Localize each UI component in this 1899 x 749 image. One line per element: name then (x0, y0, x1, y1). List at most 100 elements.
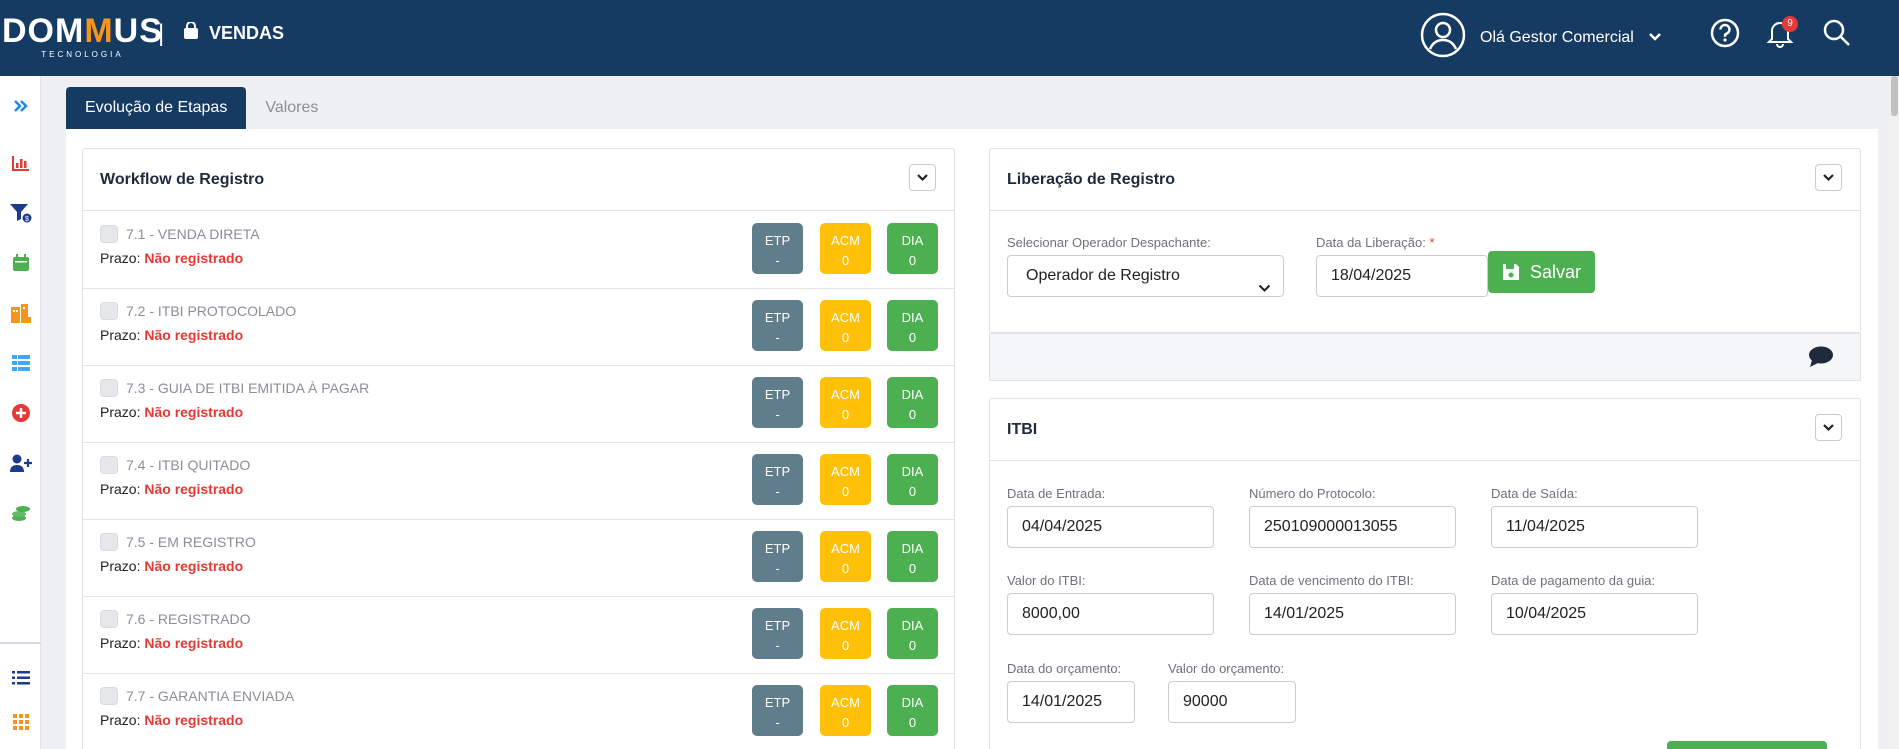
etp-badge: ETP - (752, 454, 803, 505)
acm-badge: ACM 0 (820, 531, 871, 582)
chevron-down-icon (917, 173, 928, 181)
liberacao-card: Liberação de Registro Selecionar Operado… (989, 148, 1861, 333)
liberacao-collapse-button[interactable] (1815, 164, 1842, 191)
scrollbar-thumb[interactable] (1891, 76, 1898, 116)
itbi-value-input[interactable]: 8000,00 (1007, 593, 1214, 635)
workflow-title: Workflow de Registro (100, 171, 265, 188)
funnel-dollar-icon: $ (9, 204, 32, 223)
sidebar-item-finance[interactable] (0, 498, 41, 528)
bar-chart-icon (11, 156, 29, 171)
module-indicator[interactable]: VENDAS (183, 21, 285, 45)
sidebar-item-add-user[interactable] (0, 448, 41, 478)
payment-date-input[interactable]: 10/04/2025 (1491, 593, 1698, 635)
etp-badge: ETP - (752, 608, 803, 659)
tab-valores[interactable]: Valores (246, 87, 337, 129)
stage-prazo: Prazo: Não registrado (100, 404, 244, 420)
chevron-down-icon (1258, 269, 1271, 309)
workflow-card: Workflow de Registro 7.1 - VENDA DIRETA … (82, 148, 955, 749)
stage-checkbox[interactable] (100, 379, 118, 397)
chevron-down-icon (1823, 173, 1834, 181)
acm-badge: ACM 0 (820, 223, 871, 274)
sidebar-item-funnel[interactable]: $ (0, 198, 41, 228)
payment-date-label: Data de pagamento da guia: (1491, 573, 1656, 588)
tab-bar: Evolução de Etapas Valores (66, 87, 337, 129)
sidebar-item-list[interactable] (0, 663, 41, 693)
sidebar-item-add[interactable] (0, 398, 41, 428)
stage-checkbox[interactable] (100, 687, 118, 705)
save-button[interactable]: Salvar (1488, 251, 1596, 293)
release-date-label: Data da Liberação: * (1316, 235, 1435, 250)
dommus-logo[interactable]: DOMMUS TECNOLOGIA (2, 14, 163, 59)
budget-date-input[interactable]: 14/01/2025 (1007, 681, 1135, 723)
itbi-save-button[interactable] (1667, 741, 1827, 749)
workflow-card-header: Workflow de Registro (83, 149, 954, 211)
etp-badge: ETP - (752, 531, 803, 582)
entry-date-input[interactable]: 04/04/2025 (1007, 506, 1214, 548)
grid-icon (12, 714, 29, 730)
protocol-number-input[interactable]: 250109000013055 (1249, 506, 1456, 548)
stage-prazo: Prazo: Não registrado (100, 712, 244, 728)
user-menu[interactable]: Olá Gestor Comercial (1420, 12, 1662, 63)
itbi-card-header: ITBI (990, 399, 1860, 461)
itbi-due-date-input[interactable]: 14/01/2025 (1249, 593, 1456, 635)
itbi-collapse-button[interactable] (1815, 414, 1842, 441)
sidebar-item-reports[interactable] (0, 148, 41, 178)
operator-select[interactable]: Operador de Registro (1007, 255, 1284, 297)
stage-label: 7.2 - ITBI PROTOCOLADO (126, 303, 297, 319)
sidebar-item-table[interactable] (0, 348, 41, 378)
budget-date-label: Data do orçamento: (1007, 661, 1122, 676)
table-list-icon (11, 355, 30, 371)
stage-checkbox[interactable] (100, 456, 118, 474)
calendar-icon (12, 254, 29, 271)
stage-checkbox[interactable] (100, 225, 118, 243)
stage-label: 7.7 - GARANTIA ENVIADA (126, 688, 295, 704)
acm-badge: ACM 0 (820, 300, 871, 351)
stage-checkbox[interactable] (100, 610, 118, 628)
operator-select-value: Operador de Registro (1026, 267, 1180, 284)
stage-label: 7.6 - REGISTRADO (126, 611, 251, 627)
search-icon[interactable] (1822, 18, 1852, 53)
sidebar-expand-button[interactable] (0, 91, 41, 121)
comment-icon[interactable] (1808, 346, 1834, 373)
workflow-row: 7.6 - REGISTRADO Prazo: Não registrado E… (83, 597, 954, 674)
sidebar-item-buildings[interactable] (0, 298, 41, 328)
floppy-disk-icon (1503, 264, 1519, 280)
budget-value-input[interactable]: 90000 (1168, 681, 1296, 723)
notifications-badge: 9 (1782, 16, 1798, 32)
sidebar-item-calendar[interactable] (0, 248, 41, 278)
tab-evolucao-etapas[interactable]: Evolução de Etapas (66, 87, 247, 129)
shopping-bag-icon (183, 21, 199, 45)
etp-badge: ETP - (752, 300, 803, 351)
workflow-collapse-button[interactable] (909, 164, 936, 191)
sidebar-item-grid[interactable] (0, 707, 41, 737)
dia-badge: DIA 0 (887, 531, 938, 582)
release-date-input[interactable]: 18/04/2025 (1316, 255, 1488, 297)
stage-prazo: Prazo: Não registrado (100, 635, 244, 651)
save-button-label: Salvar (1530, 261, 1582, 282)
page-scrollbar[interactable] (1890, 76, 1899, 749)
itbi-card: ITBI Data de Entrada: 04/04/2025 Número … (989, 398, 1861, 749)
stage-checkbox[interactable] (100, 302, 118, 320)
acm-badge: ACM 0 (820, 377, 871, 428)
sidebar-divider (0, 642, 41, 644)
logo-subtitle: TECNOLOGIA (41, 50, 124, 59)
stage-label: 7.4 - ITBI QUITADO (126, 457, 251, 473)
liberacao-card-footer (989, 333, 1861, 381)
itbi-value-label: Valor do ITBI: (1007, 573, 1086, 588)
etp-badge: ETP - (752, 377, 803, 428)
chevron-down-icon (1648, 29, 1662, 47)
chevron-down-icon (1823, 423, 1834, 431)
help-icon[interactable] (1710, 18, 1740, 53)
exit-date-input[interactable]: 11/04/2025 (1491, 506, 1698, 548)
itbi-title: ITBI (1007, 421, 1038, 438)
notifications-bell-icon[interactable]: 9 (1766, 16, 1798, 53)
logo-text: DOMMUS (2, 12, 163, 50)
entry-date-label: Data de Entrada: (1007, 486, 1106, 501)
stage-label: 7.5 - EM REGISTRO (126, 534, 256, 550)
stage-prazo: Prazo: Não registrado (100, 558, 244, 574)
stage-label: 7.3 - GUIA DE ITBI EMITIDA À PAGAR (126, 380, 370, 396)
protocol-number-label: Número do Protocolo: (1249, 486, 1376, 501)
module-label: VENDAS (209, 23, 285, 43)
stage-checkbox[interactable] (100, 533, 118, 551)
workflow-row: 7.1 - VENDA DIRETA Prazo: Não registrado… (83, 212, 954, 289)
